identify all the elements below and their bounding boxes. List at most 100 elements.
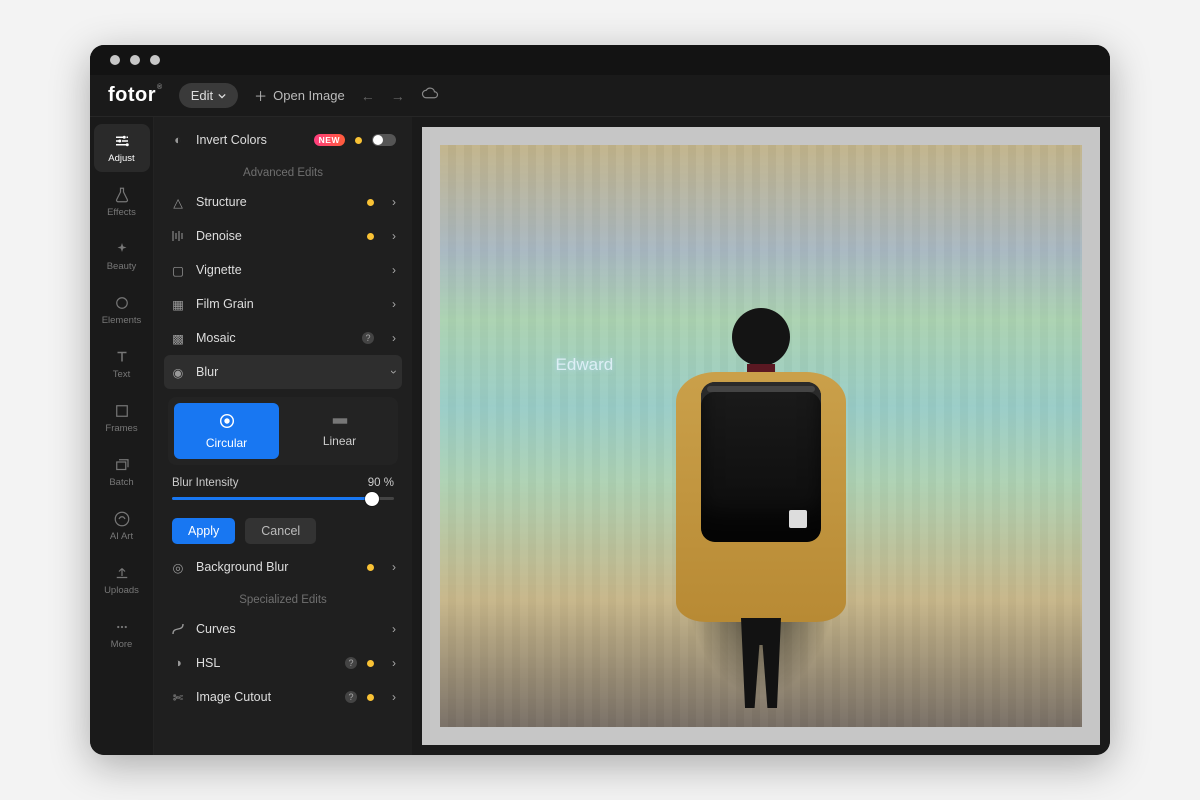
row-vignette[interactable]: ▢ Vignette › [164, 253, 402, 287]
more-icon [113, 618, 131, 636]
nav-back-icon[interactable]: ← [361, 88, 375, 104]
rail-aiart[interactable]: AI Art [94, 502, 150, 550]
top-toolbar: fotor® Edit ＋ Open Image ← → [90, 75, 1110, 117]
grain-icon: ▦ [170, 297, 186, 312]
main-area: Adjust Effects Beauty Elements Text Fram… [90, 117, 1110, 755]
photo-preview: Edward [440, 145, 1082, 727]
denoise-icon [170, 229, 186, 243]
row-hsl[interactable]: ◑ HSL ? › [164, 646, 402, 680]
upload-icon [113, 564, 131, 582]
blur-tab-linear[interactable]: Linear [287, 403, 392, 459]
chevron-right-icon: › [392, 229, 396, 243]
cloud-icon[interactable] [421, 87, 439, 104]
hsl-icon: ◑ [170, 656, 186, 670]
sliders-icon [113, 132, 131, 150]
blur-intensity-label: Blur Intensity [172, 477, 238, 489]
mosaic-icon: ▩ [170, 331, 186, 346]
plus-icon: ＋ [254, 86, 267, 105]
modified-dot [367, 199, 374, 206]
modified-dot [367, 660, 374, 667]
triangle-icon: △ [170, 195, 186, 210]
section-advanced: Advanced Edits [164, 157, 402, 185]
chevron-right-icon: › [392, 690, 396, 704]
chevron-right-icon: › [392, 195, 396, 209]
sparkle-icon [113, 240, 131, 258]
rail-text[interactable]: Text [94, 340, 150, 388]
row-invert-colors[interactable]: ◐ Invert Colors NEW [164, 123, 402, 157]
traffic-light-min[interactable] [130, 55, 140, 65]
blur-intensity-block: Blur Intensity 90 % [164, 473, 402, 508]
ai-icon [113, 510, 131, 528]
rail-elements[interactable]: Elements [94, 286, 150, 334]
invert-toggle[interactable] [372, 134, 396, 146]
apply-button[interactable]: Apply [172, 518, 235, 544]
vignette-icon: ▢ [170, 263, 186, 278]
chevron-down-icon [218, 88, 226, 103]
curves-icon [170, 622, 186, 636]
stack-icon [113, 456, 131, 474]
section-specialized: Specialized Edits [164, 584, 402, 612]
edit-menu[interactable]: Edit [179, 83, 238, 108]
circle-target-icon [218, 412, 236, 430]
titlebar [90, 45, 1110, 75]
chevron-right-icon: › [392, 331, 396, 345]
row-mosaic[interactable]: ▩ Mosaic ? › [164, 321, 402, 355]
cancel-button[interactable]: Cancel [245, 518, 316, 544]
modified-dot [367, 694, 374, 701]
info-icon[interactable]: ? [345, 691, 357, 703]
left-rail: Adjust Effects Beauty Elements Text Fram… [90, 117, 154, 755]
blur-intensity-value: 90 % [368, 477, 394, 489]
photo-subject [661, 308, 861, 708]
new-badge: NEW [314, 134, 345, 146]
target-icon: ◎ [170, 560, 186, 575]
row-denoise[interactable]: Denoise › [164, 219, 402, 253]
rail-batch[interactable]: Batch [94, 448, 150, 496]
app-window: fotor® Edit ＋ Open Image ← → Adjust [90, 45, 1110, 755]
row-filmgrain[interactable]: ▦ Film Grain › [164, 287, 402, 321]
blur-type-tabs: Circular Linear [168, 397, 398, 465]
chevron-right-icon: › [392, 263, 396, 277]
traffic-light-close[interactable] [110, 55, 120, 65]
chevron-down-icon: › [387, 370, 401, 374]
rail-effects[interactable]: Effects [94, 178, 150, 226]
canvas-container: Edward [412, 117, 1110, 755]
info-icon[interactable]: ? [345, 657, 357, 669]
rail-more[interactable]: More [94, 610, 150, 658]
nav-forward-icon[interactable]: → [391, 88, 405, 104]
row-structure[interactable]: △ Structure › [164, 185, 402, 219]
scissors-icon: ✄ [170, 690, 186, 705]
blur-actions: Apply Cancel [164, 508, 402, 550]
chevron-right-icon: › [392, 297, 396, 311]
modified-dot [367, 564, 374, 571]
photo-sign-text: Edward [556, 355, 614, 375]
brand-logo: fotor® [108, 84, 163, 107]
invert-icon: ◐ [170, 133, 186, 147]
blur-tab-circular[interactable]: Circular [174, 403, 279, 459]
info-icon[interactable]: ? [362, 332, 374, 344]
blur-intensity-slider[interactable] [172, 497, 394, 500]
blur-icon: ◉ [170, 365, 186, 380]
open-image-button[interactable]: ＋ Open Image [254, 86, 345, 105]
adjust-panel: ◐ Invert Colors NEW Advanced Edits △ Str… [154, 117, 412, 755]
row-blur[interactable]: ◉ Blur › [164, 355, 402, 389]
traffic-light-max[interactable] [150, 55, 160, 65]
row-background-blur[interactable]: ◎ Background Blur › [164, 550, 402, 584]
rail-uploads[interactable]: Uploads [94, 556, 150, 604]
text-icon [113, 348, 131, 366]
row-curves[interactable]: Curves › [164, 612, 402, 646]
chevron-right-icon: › [392, 656, 396, 670]
rail-frames[interactable]: Frames [94, 394, 150, 442]
canvas[interactable]: Edward [422, 127, 1100, 745]
row-image-cutout[interactable]: ✄ Image Cutout ? › [164, 680, 402, 714]
edit-label: Edit [191, 88, 213, 103]
chevron-right-icon: › [392, 622, 396, 636]
linear-icon [331, 414, 349, 428]
rail-adjust[interactable]: Adjust [94, 124, 150, 172]
flask-icon [113, 186, 131, 204]
slider-thumb[interactable] [365, 492, 379, 506]
chevron-right-icon: › [392, 560, 396, 574]
modified-dot [367, 233, 374, 240]
rail-beauty[interactable]: Beauty [94, 232, 150, 280]
shapes-icon [113, 294, 131, 312]
frame-icon [113, 402, 131, 420]
